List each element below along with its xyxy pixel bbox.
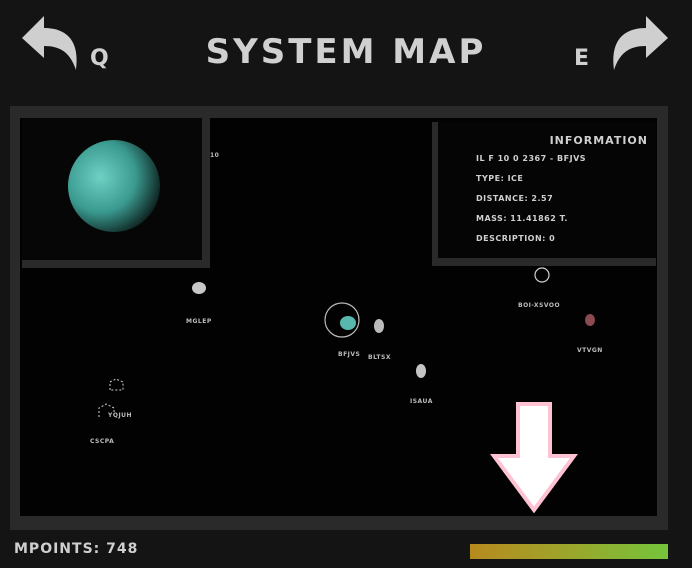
asteroid-isaua[interactable] [414, 362, 428, 380]
asteroid-mglep[interactable] [190, 280, 208, 296]
body-label-bfjvs: BFJVS [338, 351, 361, 358]
body-label-cscpa: CSCPA [90, 438, 115, 445]
next-key-hint: E [574, 46, 590, 71]
info-distance: DISTANCE: 2.57 [476, 194, 554, 203]
ice-planet-image [68, 140, 160, 232]
body-label-boi-xsvoo: BOI-XSVOO [518, 302, 561, 309]
body-label-vtvgn: VTVGN [577, 347, 603, 354]
resource-progress-bar [470, 544, 668, 559]
empty-orbit-outline-a[interactable] [106, 376, 128, 394]
info-mass: MASS: 11.41862 T. [476, 214, 568, 223]
planet-preview: 10 [22, 118, 219, 268]
forward-arrow-icon[interactable] [606, 8, 676, 78]
planet-vtvgn[interactable] [583, 312, 597, 328]
body-label-isaua: ISAUA [410, 398, 433, 405]
mpoints-counter: MPOINTS: 748 [14, 541, 139, 557]
body-label-mglep: MGLEP [186, 318, 212, 325]
info-type: TYPE: ICE [476, 174, 524, 183]
information-title: INFORMATION [549, 134, 648, 147]
info-description: DESCRIPTION: 0 [476, 234, 556, 243]
preview-label-fragment: 10 [210, 152, 220, 159]
empty-orbit-boi-xsvoo[interactable] [533, 266, 551, 284]
info-id: IL F 10 0 2367 - BFJVS [476, 154, 587, 163]
down-arrow-indicator [490, 402, 578, 514]
body-label-yqjuh: YQJUH [108, 412, 133, 419]
asteroid-bltsx[interactable] [372, 318, 386, 334]
selected-body-bfjvs[interactable] [322, 300, 362, 340]
body-label-bltsx: BLTSX [368, 354, 391, 361]
information-panel: INFORMATION IL F 10 0 2367 - BFJVS TYPE:… [432, 122, 656, 266]
